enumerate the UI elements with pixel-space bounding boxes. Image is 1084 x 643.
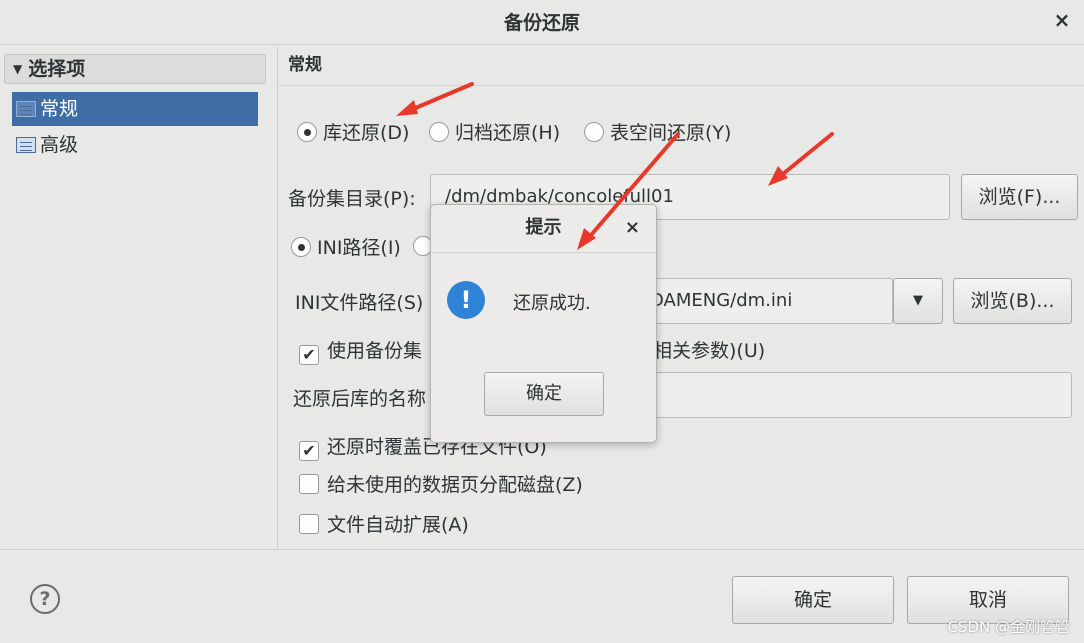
ok-button[interactable]: 确定 xyxy=(732,576,894,624)
list-icon xyxy=(16,101,36,117)
radio-label: 表空间还原(Y) xyxy=(610,122,732,144)
browse-ini-button[interactable]: 浏览(B)... xyxy=(953,278,1072,324)
radio-indicator xyxy=(584,122,604,142)
radio-db-restore[interactable]: 库还原(D) xyxy=(297,118,409,145)
radio-indicator xyxy=(429,122,449,142)
sidebar-item-advanced[interactable]: 高级 xyxy=(12,128,258,162)
message-text: 还原成功. xyxy=(513,293,591,314)
checkbox-auto-extend[interactable]: 文件自动扩展(A) xyxy=(299,510,469,537)
checkbox-indicator xyxy=(299,514,319,534)
window-titlebar: 备份还原 × xyxy=(0,0,1084,45)
radio-archive-restore[interactable]: 归档还原(H) xyxy=(429,118,560,145)
backup-dir-label: 备份集目录(P): xyxy=(288,188,416,210)
main-panel: 常规 库还原(D) 归档还原(H) 表空间还原(Y) 备份集目录(P): /dm… xyxy=(279,46,1084,549)
window-close-icon[interactable]: × xyxy=(1050,8,1074,32)
collapse-triangle-icon: ▼ xyxy=(13,62,23,76)
info-icon: ! xyxy=(447,281,485,319)
checkbox-indicator: ✔ xyxy=(299,441,319,461)
radio-label: 归档还原(H) xyxy=(455,122,561,144)
sidebar-group-label: 选择项 xyxy=(28,58,86,80)
checkbox-indicator: ✔ xyxy=(299,345,319,365)
checkbox-use-backup-params[interactable]: ✔ 使用备份集 xyxy=(299,336,422,365)
sidebar-item-label: 常规 xyxy=(40,98,79,120)
radio-indicator xyxy=(297,122,317,142)
ini-path-dropdown-button[interactable]: ▼ xyxy=(893,278,943,324)
browse-backup-dir-button[interactable]: 浏览(F)... xyxy=(961,174,1078,220)
radio-indicator xyxy=(291,237,311,257)
sidebar-item-label: 高级 xyxy=(40,134,79,156)
sidebar-item-general[interactable]: 常规 xyxy=(12,92,258,126)
message-dialog-title: 提示 xyxy=(431,205,656,253)
sidebar: ▼ 选择项 常规 高级 xyxy=(0,46,278,549)
help-icon[interactable]: ? xyxy=(30,584,60,614)
message-dialog-ok-button[interactable]: 确定 xyxy=(484,372,604,416)
dialog-footer: ? 确定 取消 CSDN @金刚管管 xyxy=(0,549,1084,643)
radio-ini-path[interactable]: INI路径(I) xyxy=(291,233,401,260)
section-title: 常规 xyxy=(279,46,1084,86)
restore-db-name-input[interactable] xyxy=(639,372,1072,418)
checkbox-label: 使用备份集 xyxy=(327,340,423,362)
checkbox-indicator xyxy=(299,474,319,494)
message-dialog: 提示 × ! 还原成功. 确定 xyxy=(430,204,657,443)
radio-label: INI路径(I) xyxy=(317,237,401,259)
checkbox-label: 文件自动扩展(A) xyxy=(327,514,469,536)
radio-tablespace-restore[interactable]: 表空间还原(Y) xyxy=(584,118,731,145)
checkbox-label: 给未使用的数据页分配磁盘(Z) xyxy=(327,474,583,496)
radio-label: 库还原(D) xyxy=(323,122,410,144)
checkbox-alloc-disk[interactable]: 给未使用的数据页分配磁盘(Z) xyxy=(299,470,583,497)
sidebar-group-header[interactable]: ▼ 选择项 xyxy=(4,54,266,84)
restore-db-name-label: 还原后库的名称 xyxy=(293,388,427,410)
chevron-down-icon: ▼ xyxy=(913,293,923,308)
use-backup-params-label-tail: 相关参数)(U) xyxy=(653,340,766,362)
message-dialog-close-icon[interactable]: × xyxy=(625,217,640,238)
watermark: CSDN @金刚管管 xyxy=(947,618,1070,636)
window-title: 备份还原 xyxy=(503,12,580,34)
ini-path-label: INI文件路径(S) xyxy=(295,292,424,314)
list-icon xyxy=(16,137,36,153)
ini-path-input[interactable]: DAMENG/dm.ini xyxy=(635,278,893,324)
